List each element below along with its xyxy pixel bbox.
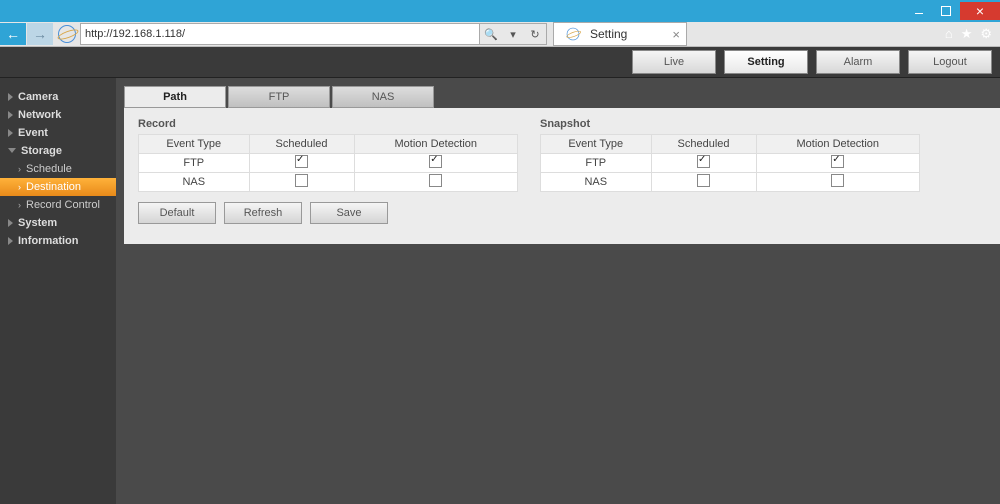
sidebar-item-information[interactable]: Information xyxy=(0,232,116,250)
tab-live[interactable]: Live xyxy=(632,50,716,74)
sidebar-item-record-control[interactable]: › Record Control xyxy=(0,196,116,214)
checkbox-record-ftp-scheduled[interactable] xyxy=(295,155,308,168)
checkbox-snapshot-ftp-motion[interactable] xyxy=(831,155,844,168)
chevron-right-icon xyxy=(8,129,13,137)
checkbox-snapshot-nas-motion[interactable] xyxy=(831,174,844,187)
settings-icon[interactable]: ⚙ xyxy=(980,26,992,42)
forward-button[interactable]: → xyxy=(27,23,53,45)
address-bar[interactable] xyxy=(80,23,480,45)
dropdown-icon[interactable]: ▾ xyxy=(502,28,524,41)
row-label: FTP xyxy=(541,154,652,173)
th-motion: Motion Detection xyxy=(756,135,919,154)
main-area: Camera Network Event Storage › Schedule ›… xyxy=(0,78,1000,504)
table-header-row: Event Type Scheduled Motion Detection xyxy=(541,135,920,154)
table-row: FTP xyxy=(139,154,518,173)
favorites-icon[interactable]: ★ xyxy=(961,26,973,42)
sidebar-label: Schedule xyxy=(26,163,72,175)
th-scheduled: Scheduled xyxy=(651,135,756,154)
table-row: NAS xyxy=(541,173,920,192)
checkbox-record-nas-scheduled[interactable] xyxy=(295,174,308,187)
chevron-right-icon xyxy=(8,237,13,245)
th-scheduled: Scheduled xyxy=(249,135,354,154)
checkbox-record-ftp-motion[interactable] xyxy=(429,155,442,168)
sidebar-item-system[interactable]: System xyxy=(0,214,116,232)
sidebar-item-storage[interactable]: Storage xyxy=(0,142,116,160)
th-motion: Motion Detection xyxy=(354,135,517,154)
sidebar-item-schedule[interactable]: › Schedule xyxy=(0,160,116,178)
sidebar-item-destination[interactable]: › Destination xyxy=(0,178,116,196)
chevron-right-icon xyxy=(8,219,13,227)
checkbox-record-nas-motion[interactable] xyxy=(429,174,442,187)
th-event-type: Event Type xyxy=(541,135,652,154)
ie-icon xyxy=(58,25,76,43)
panel-tabs: Path FTP NAS xyxy=(124,86,1000,108)
sidebar: Camera Network Event Storage › Schedule ›… xyxy=(0,78,116,504)
address-bar-controls: 🔍 ▾ ↻ xyxy=(480,23,547,45)
sidebar-item-event[interactable]: Event xyxy=(0,124,116,142)
tab-logout[interactable]: Logout xyxy=(908,50,992,74)
content-area: Path FTP NAS Record Event Type Scheduled… xyxy=(116,78,1000,504)
snapshot-title: Snapshot xyxy=(540,118,920,130)
sidebar-label: Record Control xyxy=(26,199,100,211)
sidebar-label: Destination xyxy=(26,181,81,193)
checkbox-snapshot-ftp-scheduled[interactable] xyxy=(697,155,710,168)
row-label: FTP xyxy=(139,154,250,173)
panel-tab-ftp[interactable]: FTP xyxy=(228,86,330,108)
record-table: Event Type Scheduled Motion Detection FT… xyxy=(138,134,518,192)
sidebar-label: System xyxy=(18,217,57,229)
default-button[interactable]: Default xyxy=(138,202,216,224)
sidebar-label: Information xyxy=(18,235,79,247)
sidebar-label: Camera xyxy=(18,91,58,103)
destination-panel: Record Event Type Scheduled Motion Detec… xyxy=(124,108,1000,244)
save-button[interactable]: Save xyxy=(310,202,388,224)
tab-alarm[interactable]: Alarm xyxy=(816,50,900,74)
chevron-right-icon xyxy=(8,111,13,119)
toolbar-icons: ⌂ ★ ⚙ xyxy=(945,26,1000,42)
window-maximize-button[interactable] xyxy=(933,2,959,20)
sidebar-item-network[interactable]: Network xyxy=(0,106,116,124)
sidebar-item-camera[interactable]: Camera xyxy=(0,88,116,106)
panel-tab-path[interactable]: Path xyxy=(124,86,226,108)
sidebar-label: Event xyxy=(18,127,48,139)
tab-ie-icon xyxy=(567,28,580,41)
window-close-button[interactable] xyxy=(960,2,1000,20)
snapshot-section: Snapshot Event Type Scheduled Motion Det… xyxy=(540,118,920,192)
sidebar-label: Storage xyxy=(21,145,62,157)
back-button[interactable]: ← xyxy=(0,23,26,45)
tab-setting[interactable]: Setting xyxy=(724,50,808,74)
row-label: NAS xyxy=(139,173,250,192)
panel-buttons: Default Refresh Save xyxy=(138,202,986,224)
table-header-row: Event Type Scheduled Motion Detection xyxy=(139,135,518,154)
chevron-right-icon: › xyxy=(18,200,21,210)
table-row: FTP xyxy=(541,154,920,173)
window-minimize-button[interactable] xyxy=(906,2,932,20)
refresh-icon[interactable]: ↻ xyxy=(524,28,546,41)
tab-close-icon[interactable]: × xyxy=(672,27,680,42)
table-row: NAS xyxy=(139,173,518,192)
chevron-right-icon: › xyxy=(18,164,21,174)
checkbox-snapshot-nas-scheduled[interactable] xyxy=(697,174,710,187)
browser-toolbar: ← → 🔍 ▾ ↻ Setting × ⌂ ★ ⚙ xyxy=(0,22,1000,47)
chevron-right-icon: › xyxy=(18,182,21,192)
window-titlebar xyxy=(0,0,1000,22)
home-icon[interactable]: ⌂ xyxy=(945,26,953,42)
tab-title: Setting xyxy=(590,27,627,41)
record-title: Record xyxy=(138,118,518,130)
record-section: Record Event Type Scheduled Motion Detec… xyxy=(138,118,518,192)
panel-tab-nas[interactable]: NAS xyxy=(332,86,434,108)
row-label: NAS xyxy=(541,173,652,192)
th-event-type: Event Type xyxy=(139,135,250,154)
chevron-right-icon xyxy=(8,93,13,101)
sidebar-label: Network xyxy=(18,109,61,121)
refresh-button[interactable]: Refresh xyxy=(224,202,302,224)
snapshot-table: Event Type Scheduled Motion Detection FT… xyxy=(540,134,920,192)
app-tabbar: Live Setting Alarm Logout xyxy=(0,47,1000,78)
chevron-down-icon xyxy=(8,148,16,157)
browser-tab-setting[interactable]: Setting × xyxy=(553,22,687,46)
search-icon[interactable]: 🔍 xyxy=(480,28,502,41)
